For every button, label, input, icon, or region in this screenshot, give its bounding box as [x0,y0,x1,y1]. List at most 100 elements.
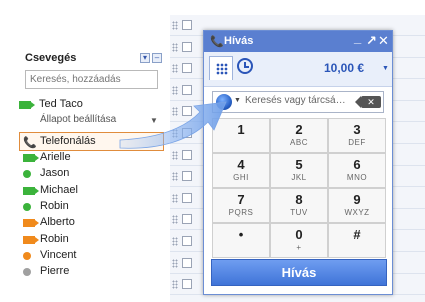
row-checkbox[interactable] [182,192,192,203]
key-letters: PQRS [228,208,254,217]
contact-name: Jason [40,167,70,180]
chat-title: Csevegés [25,52,77,64]
dialer-titlebar[interactable]: 📞 Hívás _ ↗ ✕ [204,30,392,52]
dial-search-input[interactable]: Keresés vagy tárcsá… [245,95,357,106]
video-camera-icon [23,154,39,162]
row-checkbox[interactable] [182,171,192,182]
key-digit: 0 [295,227,303,242]
chat-panel: Csevegés ▾ – Ted Taco Állapot beállítása… [0,0,170,302]
status-dot-icon [23,170,31,179]
key-digit: 3 [353,122,361,137]
popout-icon[interactable]: ↗ [366,33,377,49]
dialer-title: Hívás [224,35,254,47]
minimize-icon[interactable]: _ [354,30,361,45]
keypad-key[interactable]: 2 ABC [270,118,328,153]
drag-handle-icon[interactable] [172,42,178,52]
key-digit: • [238,227,244,242]
drag-handle-icon[interactable] [172,150,178,160]
chat-minimize-button[interactable]: – [152,53,162,63]
row-checkbox[interactable] [182,128,192,138]
row-checkbox[interactable] [182,20,192,30]
status-dot-icon [23,202,31,211]
keypad-key[interactable]: 1 [212,118,270,153]
contact-name: Vincent [40,248,77,261]
row-checkbox[interactable] [182,279,192,290]
row-checkbox[interactable] [182,63,192,74]
row-checkbox[interactable] [182,84,192,95]
video-camera-icon [19,101,35,109]
drag-handle-icon[interactable] [172,107,178,117]
video-camera-icon [23,235,39,244]
keypad-key[interactable]: 5 JKL [270,153,328,188]
key-letters: + [296,243,302,252]
contact-list-item[interactable]: Alberto [23,216,143,230]
row-checkbox[interactable] [182,41,192,52]
keypad-key[interactable]: # [328,223,386,258]
key-letters: MNO [346,173,368,182]
backspace-button[interactable]: ✕ [355,96,381,108]
key-digit: 6 [353,157,361,172]
contact-list-item[interactable]: Jason [23,167,143,181]
row-checkbox[interactable] [182,214,192,225]
key-letters: ABC [290,138,308,147]
drag-handle-icon[interactable] [172,85,178,95]
credit-balance[interactable]: 10,00 € [324,61,364,75]
drag-handle-icon[interactable] [172,64,178,74]
drag-handle-icon[interactable] [172,237,178,246]
contact-name: Arielle [40,151,71,163]
status-dot-icon [23,251,31,260]
self-name: Ted Taco [39,98,83,110]
contact-list-item[interactable]: Arielle [23,151,143,165]
contact-list-item[interactable]: Robin [23,233,143,247]
key-digit: 8 [295,192,303,207]
row-checkbox[interactable] [182,106,192,117]
keypad-key[interactable]: 0 + [270,223,328,258]
key-digit: 5 [295,157,303,172]
key-letters: WXYZ [344,208,370,217]
clock-icon[interactable] [237,58,253,74]
drag-handle-icon[interactable] [172,215,178,225]
keypad-key[interactable]: 3 DEF [328,118,386,153]
dialer-input-box[interactable]: ▼ Keresés vagy tárcsá… ✕ [212,91,384,113]
drag-handle-icon[interactable] [172,280,178,290]
row-checkbox[interactable] [182,149,192,160]
key-digit: # [353,227,361,242]
contact-list-item[interactable]: Robin [23,200,143,214]
drag-handle-icon[interactable] [172,258,178,268]
row-checkbox[interactable] [182,236,192,246]
status-dropdown[interactable]: Állapot beállítása [40,114,116,125]
keypad-key[interactable]: 7 PQRS [212,188,270,223]
key-letters: TUV [290,208,308,217]
drag-handle-icon[interactable] [172,21,178,30]
call-phone-link[interactable]: 📞 Telefonálás [19,132,164,151]
contact-list-item[interactable]: Michael [23,184,143,198]
call-dialer-window: 📞 Hívás _ ↗ ✕ 10,00 € ▼ ▼ Keresés vagy t… [203,30,393,295]
tab-keypad[interactable] [209,56,233,80]
key-letters: DEF [348,138,366,147]
globe-icon[interactable] [216,94,232,110]
chevron-down-icon[interactable]: ▼ [150,116,158,125]
row-checkbox[interactable] [182,257,192,268]
keypad-key[interactable]: • [212,223,270,258]
chevron-down-icon[interactable]: ▼ [234,97,241,104]
contact-list-item[interactable]: Vincent [23,249,143,263]
keypad-key[interactable]: 4 GHI [212,153,270,188]
close-icon[interactable]: ✕ [378,33,389,49]
contact-list-item[interactable]: Pierre [23,265,143,279]
contact-name: Michael [40,183,78,196]
dialer-toolbar: 10,00 € ▼ [204,52,392,87]
key-digit: 4 [237,157,245,172]
keypad-key[interactable]: 6 MNO [328,153,386,188]
contact-name: Alberto [40,216,75,229]
chat-search-input[interactable] [25,70,158,89]
contact-name: Robin [40,232,69,245]
key-digit: 1 [237,122,245,137]
drag-handle-icon[interactable] [172,129,178,138]
chat-options-button[interactable]: ▾ [140,53,150,63]
keypad-key[interactable]: 9 WXYZ [328,188,386,223]
chevron-down-icon[interactable]: ▼ [382,65,389,72]
keypad-key[interactable]: 8 TUV [270,188,328,223]
call-button[interactable]: Hívás [211,259,387,286]
drag-handle-icon[interactable] [172,193,178,203]
drag-handle-icon[interactable] [172,172,178,182]
